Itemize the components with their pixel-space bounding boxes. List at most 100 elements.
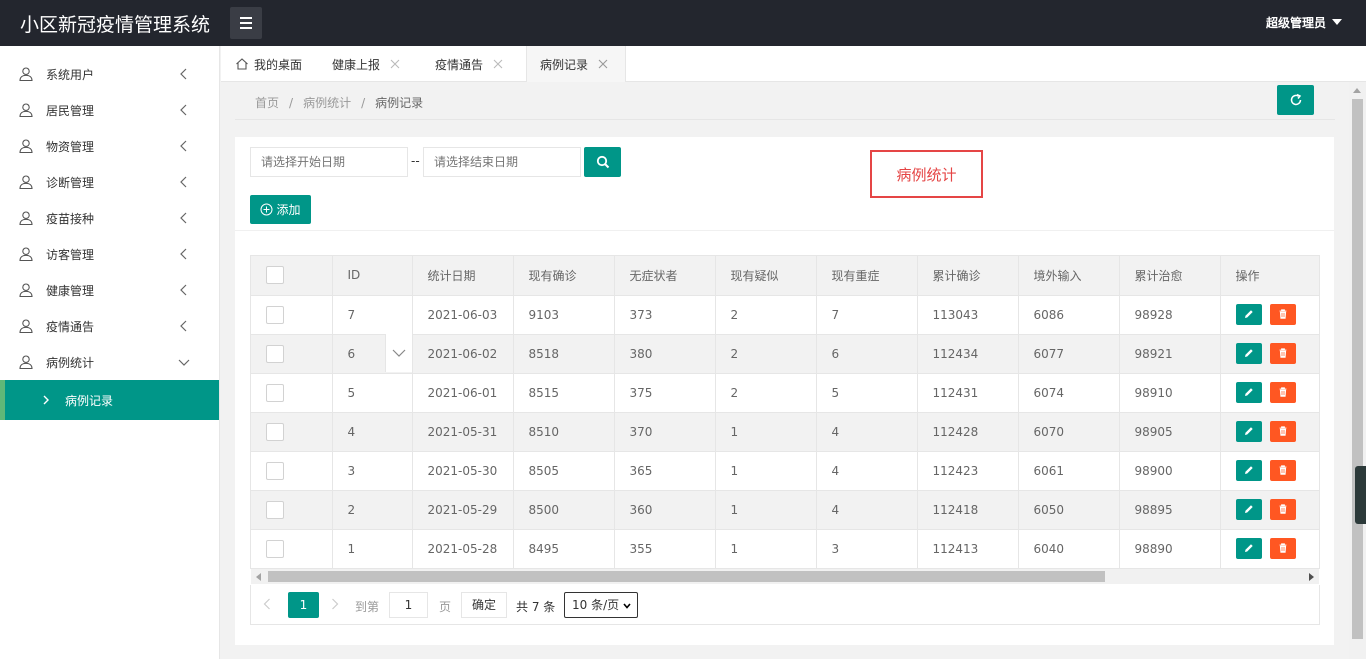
row-select-cell[interactable] xyxy=(251,295,333,335)
edit-button[interactable] xyxy=(1235,421,1262,442)
delete-button[interactable] xyxy=(1269,538,1296,559)
sidebar-item[interactable]: 健康管理 xyxy=(0,272,219,308)
close-icon[interactable] xyxy=(390,59,400,69)
sidebar-subitem-case-records[interactable]: 病例记录 xyxy=(0,380,219,420)
delete-button[interactable] xyxy=(1269,382,1296,403)
checkbox[interactable] xyxy=(266,344,284,363)
menu-toggle-button[interactable] xyxy=(230,7,262,39)
delete-button[interactable] xyxy=(1269,499,1296,520)
scroll-up-arrow-icon[interactable] xyxy=(1353,88,1361,93)
sidebar-item[interactable]: 疫苗接种 xyxy=(0,200,219,236)
checkbox[interactable] xyxy=(266,422,284,441)
user-icon xyxy=(19,175,33,190)
scrollbar-thumb[interactable] xyxy=(268,571,1105,582)
column-header[interactable]: 现有疑似 xyxy=(715,256,817,296)
tab-health-report[interactable]: 健康上报 xyxy=(332,46,400,82)
add-button[interactable]: 添加 xyxy=(250,195,311,224)
delete-button[interactable] xyxy=(1269,304,1296,325)
table-row[interactable]: 1 2021-05-28 8495 355 1 3 112413 6040 98890 xyxy=(251,529,1319,568)
pencil-icon xyxy=(1244,505,1253,513)
user-menu[interactable]: 超级管理员 xyxy=(1266,14,1342,31)
table-row[interactable]: 3 2021-05-30 8505 365 1 4 112423 6061 98900 xyxy=(251,451,1319,491)
column-header[interactable]: 境外输入 xyxy=(1018,256,1120,296)
table-row[interactable]: 4 2021-05-31 8510 370 1 4 112428 6070 98905 xyxy=(251,412,1319,452)
delete-button[interactable] xyxy=(1269,421,1296,442)
column-header[interactable]: 累计治愈 xyxy=(1119,256,1221,296)
sidebar-item-label: 访客管理 xyxy=(46,247,95,262)
sidebar-item[interactable]: 居民管理 xyxy=(0,92,219,128)
edit-button[interactable] xyxy=(1235,460,1262,481)
page-unit-label: 页 xyxy=(439,600,452,614)
next-page-icon[interactable] xyxy=(331,598,339,610)
column-header[interactable]: 统计日期 xyxy=(412,256,514,296)
vertical-scrollbar[interactable] xyxy=(1349,82,1366,659)
row-select-cell[interactable] xyxy=(251,412,333,452)
checkbox[interactable] xyxy=(266,266,284,285)
page-current[interactable]: 1 xyxy=(288,592,319,618)
delete-button[interactable] xyxy=(1269,343,1296,364)
column-header[interactable]: ID xyxy=(332,256,413,296)
sidebar-item[interactable]: 系统用户 xyxy=(0,56,219,92)
row-select-cell[interactable] xyxy=(251,451,333,491)
table-cell: 98928 xyxy=(1119,295,1221,335)
user-icon xyxy=(19,103,33,118)
tab-case-records[interactable]: 病例记录 xyxy=(526,46,627,82)
sidebar-item[interactable]: 访客管理 xyxy=(0,236,219,272)
row-select-cell[interactable] xyxy=(251,373,333,413)
sidebar-item[interactable]: 病例统计 xyxy=(0,344,219,380)
horizontal-scrollbar[interactable] xyxy=(251,569,1319,584)
checkbox[interactable] xyxy=(266,305,284,324)
edit-button[interactable] xyxy=(1235,304,1262,325)
table-row[interactable]: 7 2021-06-03 9103 373 2 7 113043 6086 98928 xyxy=(251,295,1319,335)
page-jump-input[interactable]: 1 xyxy=(389,592,428,618)
row-select-cell[interactable] xyxy=(251,334,333,374)
breadcrumb-home[interactable]: 首页 xyxy=(255,96,279,110)
sidebar-item[interactable]: 诊断管理 xyxy=(0,164,219,200)
sidebar-item[interactable]: 物资管理 xyxy=(0,128,219,164)
page-jump-confirm-button[interactable]: 确定 xyxy=(461,592,507,618)
floating-side-widget[interactable] xyxy=(1355,466,1366,524)
page-size-select[interactable]: 10 条/页 xyxy=(564,592,638,618)
edit-button[interactable] xyxy=(1235,499,1262,520)
row-select-cell[interactable] xyxy=(251,529,333,568)
start-date-input[interactable]: 请选择开始日期 xyxy=(250,147,408,177)
edit-button[interactable] xyxy=(1235,343,1262,364)
row-expand-toggle[interactable] xyxy=(385,334,412,372)
actions-cell xyxy=(1220,373,1319,413)
edit-button[interactable] xyxy=(1235,382,1262,403)
scrollbar-thumb[interactable] xyxy=(1352,99,1363,639)
row-select-cell[interactable] xyxy=(251,490,333,530)
prev-page-icon[interactable] xyxy=(263,598,271,610)
table-row[interactable]: 5 2021-06-01 8515 375 2 5 112431 6074 98910 xyxy=(251,373,1319,413)
table-row[interactable]: 2 2021-05-29 8500 360 1 4 112418 6050 98895 xyxy=(251,490,1319,530)
end-date-input[interactable]: 请选择结束日期 xyxy=(423,147,581,177)
column-header[interactable]: 现有确诊 xyxy=(513,256,615,296)
refresh-button[interactable] xyxy=(1277,85,1314,115)
tab-desktop[interactable]: 我的桌面 xyxy=(235,46,302,82)
tab-epidemic-notice[interactable]: 疫情通告 xyxy=(435,46,503,82)
table-cell: 5 xyxy=(816,373,918,413)
checkbox[interactable] xyxy=(266,383,284,402)
table-cell: 365 xyxy=(614,451,716,491)
date-range-separator: -- xyxy=(411,154,420,168)
breadcrumb-parent[interactable]: 病例统计 xyxy=(303,96,351,110)
edit-button[interactable] xyxy=(1235,538,1262,559)
search-button[interactable] xyxy=(584,147,621,177)
table-cell: 373 xyxy=(614,295,716,335)
checkbox[interactable] xyxy=(266,461,284,480)
breadcrumb-bar: 首页 / 病例统计 / 病例记录 xyxy=(235,82,1335,120)
close-icon[interactable] xyxy=(493,59,503,69)
column-header[interactable]: 无症状者 xyxy=(614,256,716,296)
close-icon[interactable] xyxy=(598,59,608,69)
checkbox[interactable] xyxy=(266,539,284,558)
column-header[interactable]: 现有重症 xyxy=(816,256,918,296)
checkbox[interactable] xyxy=(266,500,284,519)
delete-button[interactable] xyxy=(1269,460,1296,481)
column-header[interactable]: 累计确诊 xyxy=(917,256,1019,296)
header-select-all[interactable] xyxy=(251,256,333,296)
sidebar-item[interactable]: 疫情通告 xyxy=(0,308,219,344)
scroll-right-arrow-icon[interactable] xyxy=(1309,573,1314,581)
table-cell: 113043 xyxy=(917,295,1019,335)
scroll-left-arrow-icon[interactable] xyxy=(256,573,261,581)
table-cell: 8495 xyxy=(513,529,615,568)
